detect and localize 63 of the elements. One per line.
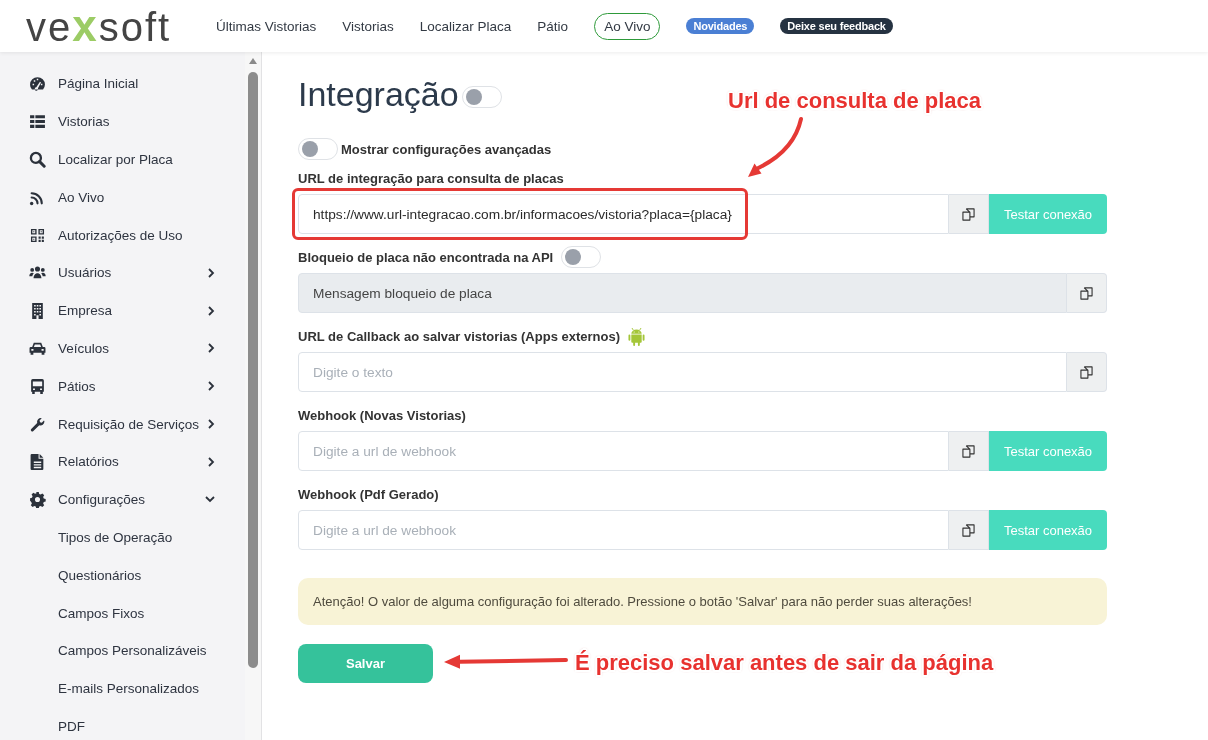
warning-alert: Atenção! O valor de alguma configuração foi alterado. Pressione o botão 'Salvar' para não perder suas alterações! [298,578,1107,625]
text-input[interactable]: Digite a url de webhook [298,431,949,471]
field-label: Webhook (Novas Vistorias) [298,407,466,423]
copy-icon [962,444,975,458]
field-label: Webhook (Pdf Gerado) [298,486,439,502]
sidebar-subitem[interactable]: E-mails Personalizados [0,669,245,708]
nav-link[interactable]: Localizar Placa [419,18,512,34]
callout-text: É preciso salvar antes de sair da página [575,649,994,677]
scrollbar-thumb[interactable] [248,72,258,668]
nav-tag[interactable]: Deixe seu feedback [780,18,893,34]
page-title: Integração [298,74,459,115]
text-input[interactable]: Digite o texto [298,352,1067,392]
sidebar-item[interactable]: Ao Vivo [0,178,245,217]
copy-button[interactable] [949,510,989,550]
sidebar-item[interactable]: Autorizações de Uso [0,216,245,254]
text-input[interactable]: Digite a url de webhook [298,510,949,550]
list-icon [29,113,46,131]
copy-icon [1080,365,1093,379]
qr-code-icon [29,226,46,244]
sidebar-item[interactable]: Veículos [0,329,245,368]
wrench-icon [29,415,46,433]
dashboard-icon [29,75,46,93]
nav-link[interactable]: Últimas Vistorias [216,18,317,34]
sidebar-subitem[interactable]: Tipos de Operação [0,518,245,557]
copy-button[interactable] [949,431,989,471]
nav-link[interactable]: Pátio [537,18,569,34]
document-icon [29,453,46,471]
android-icon [628,326,645,346]
nav-tag[interactable]: Novidades [686,18,755,34]
copy-icon [962,207,975,221]
sidebar-subitem[interactable]: Questionários [0,556,245,595]
building-icon [29,302,46,320]
arrow [748,117,803,177]
toggle-switch[interactable] [461,86,502,108]
toggle-label: Mostrar configurações avançadas [341,141,552,157]
sidebar-item[interactable]: Pátios [0,367,245,406]
sidebar-item[interactable]: Empresa [0,291,245,330]
copy-button[interactable] [949,194,989,234]
sidebar-item[interactable]: Vistorias [0,102,245,141]
callout-text: Url de consulta de placa [728,87,982,115]
bus-icon [29,377,46,395]
sidebar-item[interactable]: Usuários [0,254,245,292]
nav-link[interactable]: Vistorias [342,18,394,34]
field-label: URL de Callback ao salvar vistorias (Apps externos) [298,328,620,344]
search-icon [29,151,46,168]
sidebar-item[interactable]: Página Inicial [0,65,245,103]
copy-icon [1080,286,1093,300]
sidebar-item[interactable]: Configurações [0,480,245,519]
logo[interactable]: vexsoft [26,2,190,50]
sidebar-subitem[interactable]: Campos Fixos [0,594,245,632]
settings-icon [29,491,46,509]
sidebar-item[interactable]: Relatórios [0,442,245,481]
scroll-up-icon[interactable] [249,58,257,64]
copy-icon [962,523,975,537]
toggle-switch[interactable] [298,138,338,160]
field-label: URL de integração para consulta de placas [298,170,564,186]
copy-button[interactable] [1067,352,1107,392]
text-input[interactable]: https://www.url-integracao.com.br/informacoes/vistoria?placa={placa} [298,194,949,234]
sidebar-subitem[interactable]: Campos Personalizáveis [0,631,245,670]
sidebar-item[interactable]: Localizar por Placa [0,140,245,179]
field-label: Bloqueio de placa não encontrada na API [298,249,554,265]
sidebar-subitem[interactable]: PDF [0,707,245,740]
sidebar-item[interactable]: Requisição de Serviços [0,405,245,443]
